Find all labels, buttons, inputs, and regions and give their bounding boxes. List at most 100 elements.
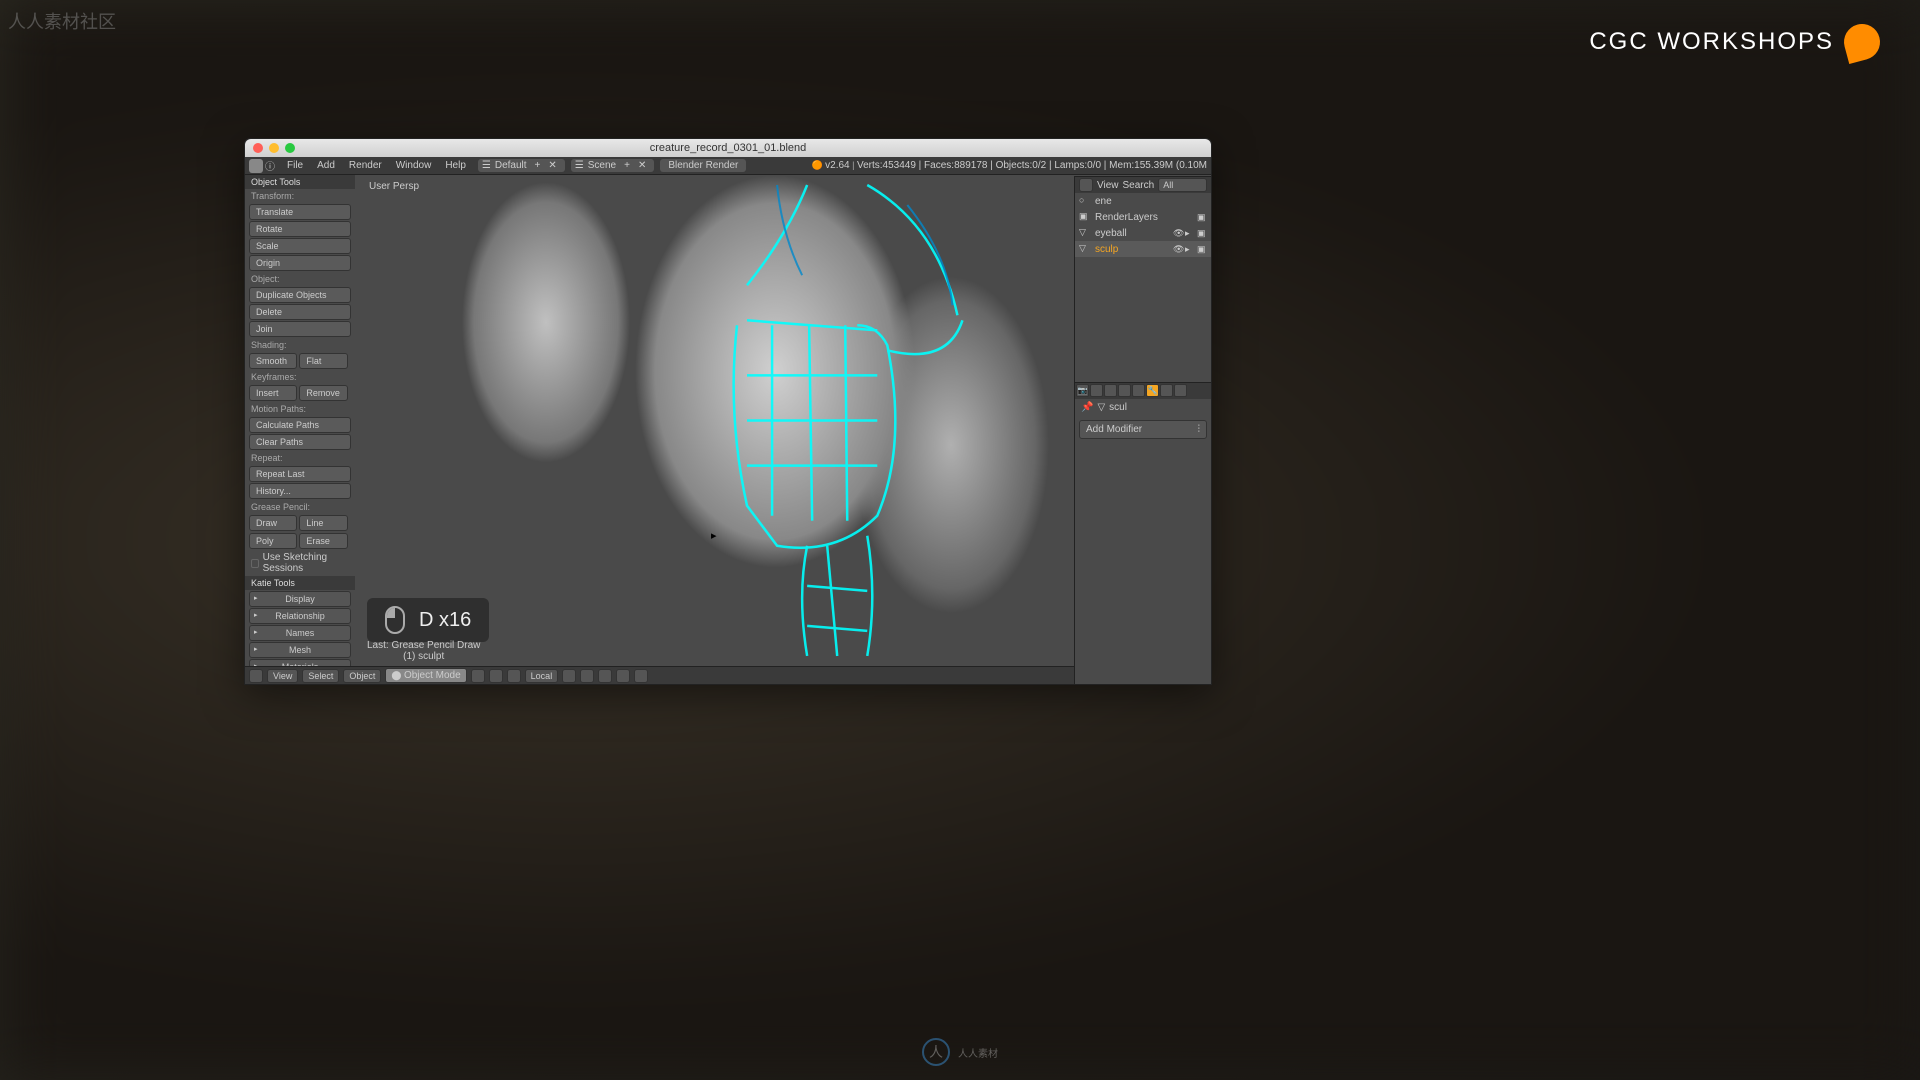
screencast-hud: D x16 [367, 598, 489, 642]
cgc-logo-icon [1840, 20, 1884, 64]
watermark-top-left: 人人素材社区 [8, 8, 116, 34]
selectable-icon[interactable]: ▸ [1185, 244, 1195, 255]
editor-type-icon[interactable] [249, 669, 263, 683]
scene-tab-icon[interactable] [1090, 384, 1103, 397]
screen-layout-selector[interactable]: ☰ Default +✕ [478, 159, 565, 172]
scene-icon: ○ [1079, 195, 1091, 207]
mesh-icon: ▽ [1079, 227, 1091, 239]
outliner: View Search All ○ene ▣RenderLayers▣ ▽eye… [1074, 176, 1212, 388]
view-label: User Persp [369, 181, 419, 192]
render-tab-icon[interactable]: 📷 [1076, 384, 1089, 397]
layer-button[interactable] [580, 669, 594, 683]
grease-pencil-label: Grease Pencil: [245, 500, 355, 514]
snap-icon[interactable] [616, 669, 630, 683]
titlebar[interactable]: creature_record_0301_01.blend [245, 139, 1211, 157]
add-modifier-button[interactable]: Add Modifier⫶ [1079, 420, 1207, 439]
katie-tools-header[interactable]: Katie Tools [245, 576, 355, 590]
outliner-item-renderlayers[interactable]: ▣RenderLayers▣ [1075, 209, 1211, 225]
watermark-bottom: 人 人人素材 [922, 1038, 998, 1066]
manipulator-icon[interactable] [507, 669, 521, 683]
zoom-icon[interactable] [285, 143, 295, 153]
join-button[interactable]: Join [249, 321, 351, 337]
katie-display-button[interactable]: Display [249, 591, 351, 607]
outliner-filter[interactable]: All [1158, 178, 1207, 192]
menu-help[interactable]: Help [439, 158, 472, 173]
data-tab-icon[interactable] [1160, 384, 1173, 397]
search-menu[interactable]: Search [1123, 180, 1155, 191]
last-operator: Last: Grease Pencil Draw (1) sculpt [367, 640, 480, 662]
select-menu[interactable]: Select [302, 669, 339, 683]
editor-type-icon[interactable] [1079, 178, 1093, 192]
constraints-tab-icon[interactable] [1132, 384, 1145, 397]
properties-tabs: 📷 🔧 [1075, 383, 1211, 399]
object-tools-header[interactable]: Object Tools [245, 175, 355, 189]
flat-button[interactable]: Flat [299, 353, 347, 369]
editor-type-icon[interactable]: ⓘ [265, 158, 279, 173]
shading-label: Shading: [245, 338, 355, 352]
gp-draw-button[interactable]: Draw [249, 515, 297, 531]
material-tab-icon[interactable] [1174, 384, 1187, 397]
scale-button[interactable]: Scale [249, 238, 351, 254]
render-icon[interactable]: ▣ [1197, 244, 1207, 255]
render-engine-selector[interactable]: Blender Render [660, 159, 746, 172]
calc-paths-button[interactable]: Calculate Paths [249, 417, 351, 433]
layer-button[interactable] [598, 669, 612, 683]
world-tab-icon[interactable] [1104, 384, 1117, 397]
transform-label: Transform: [245, 189, 355, 203]
3d-viewport[interactable]: User Persp [355, 175, 1119, 666]
duplicate-button[interactable]: Duplicate Objects [249, 287, 351, 303]
outliner-item-sculp[interactable]: ▽sculp👁▸▣ [1075, 241, 1211, 257]
pivot-icon[interactable] [489, 669, 503, 683]
sketching-sessions-checkbox[interactable]: Use Sketching Sessions [245, 550, 355, 576]
pin-icon[interactable]: 📌 [1081, 402, 1093, 413]
object-tab-icon[interactable] [1118, 384, 1131, 397]
katie-materials-button[interactable]: Materials [249, 659, 351, 666]
render-icon[interactable]: ▣ [1197, 228, 1207, 239]
modifiers-tab-icon[interactable]: 🔧 [1146, 384, 1159, 397]
view-menu[interactable]: View [1097, 180, 1119, 191]
katie-mesh-button[interactable]: Mesh [249, 642, 351, 658]
key-display: D x16 [419, 609, 471, 632]
insert-key-button[interactable]: Insert [249, 385, 297, 401]
selectable-icon[interactable]: ▸ [1185, 228, 1195, 239]
history-button[interactable]: History... [249, 483, 351, 499]
visibility-icon[interactable]: 👁 [1173, 244, 1183, 255]
restrict-icon[interactable]: ▣ [1197, 212, 1207, 223]
delete-button[interactable]: Delete [249, 304, 351, 320]
origin-button[interactable]: Origin [249, 255, 351, 271]
minimize-icon[interactable] [269, 143, 279, 153]
outliner-item-scene[interactable]: ○ene [1075, 193, 1211, 209]
render-layers-icon: ▣ [1079, 211, 1091, 223]
object-icon: ▽ [1097, 402, 1105, 413]
window-title: creature_record_0301_01.blend [650, 142, 807, 154]
viewport-shading-icon[interactable] [471, 669, 485, 683]
smooth-button[interactable]: Smooth [249, 353, 297, 369]
katie-names-button[interactable]: Names [249, 625, 351, 641]
menu-window[interactable]: Window [390, 158, 438, 173]
mode-selector[interactable]: ⬤ Object Mode [385, 668, 466, 683]
menu-file[interactable]: File [281, 158, 309, 173]
repeat-last-button[interactable]: Repeat Last [249, 466, 351, 482]
gp-poly-button[interactable]: Poly [249, 533, 297, 549]
properties-editor: 📷 🔧 📌 ▽ scul Add Modifier⫶ [1074, 382, 1212, 685]
outliner-item-eyeball[interactable]: ▽eyeball👁▸▣ [1075, 225, 1211, 241]
clear-paths-button[interactable]: Clear Paths [249, 434, 351, 450]
gp-erase-button[interactable]: Erase [299, 533, 347, 549]
blender-icon[interactable] [249, 159, 263, 173]
render-icon[interactable] [634, 669, 648, 683]
close-icon[interactable] [253, 143, 263, 153]
translate-button[interactable]: Translate [249, 204, 351, 220]
menu-add[interactable]: Add [311, 158, 341, 173]
layer-button[interactable] [562, 669, 576, 683]
tool-shelf: Object Tools Transform: Translate Rotate… [245, 175, 355, 666]
view-menu[interactable]: View [267, 669, 298, 683]
remove-key-button[interactable]: Remove [299, 385, 347, 401]
orientation-selector[interactable]: Local [525, 669, 559, 683]
rotate-button[interactable]: Rotate [249, 221, 351, 237]
visibility-icon[interactable]: 👁 [1173, 228, 1183, 239]
scene-selector[interactable]: ☰ Scene +✕ [571, 159, 655, 172]
menu-render[interactable]: Render [343, 158, 388, 173]
gp-line-button[interactable]: Line [299, 515, 347, 531]
object-menu[interactable]: Object [343, 669, 381, 683]
katie-relationship-button[interactable]: Relationship [249, 608, 351, 624]
